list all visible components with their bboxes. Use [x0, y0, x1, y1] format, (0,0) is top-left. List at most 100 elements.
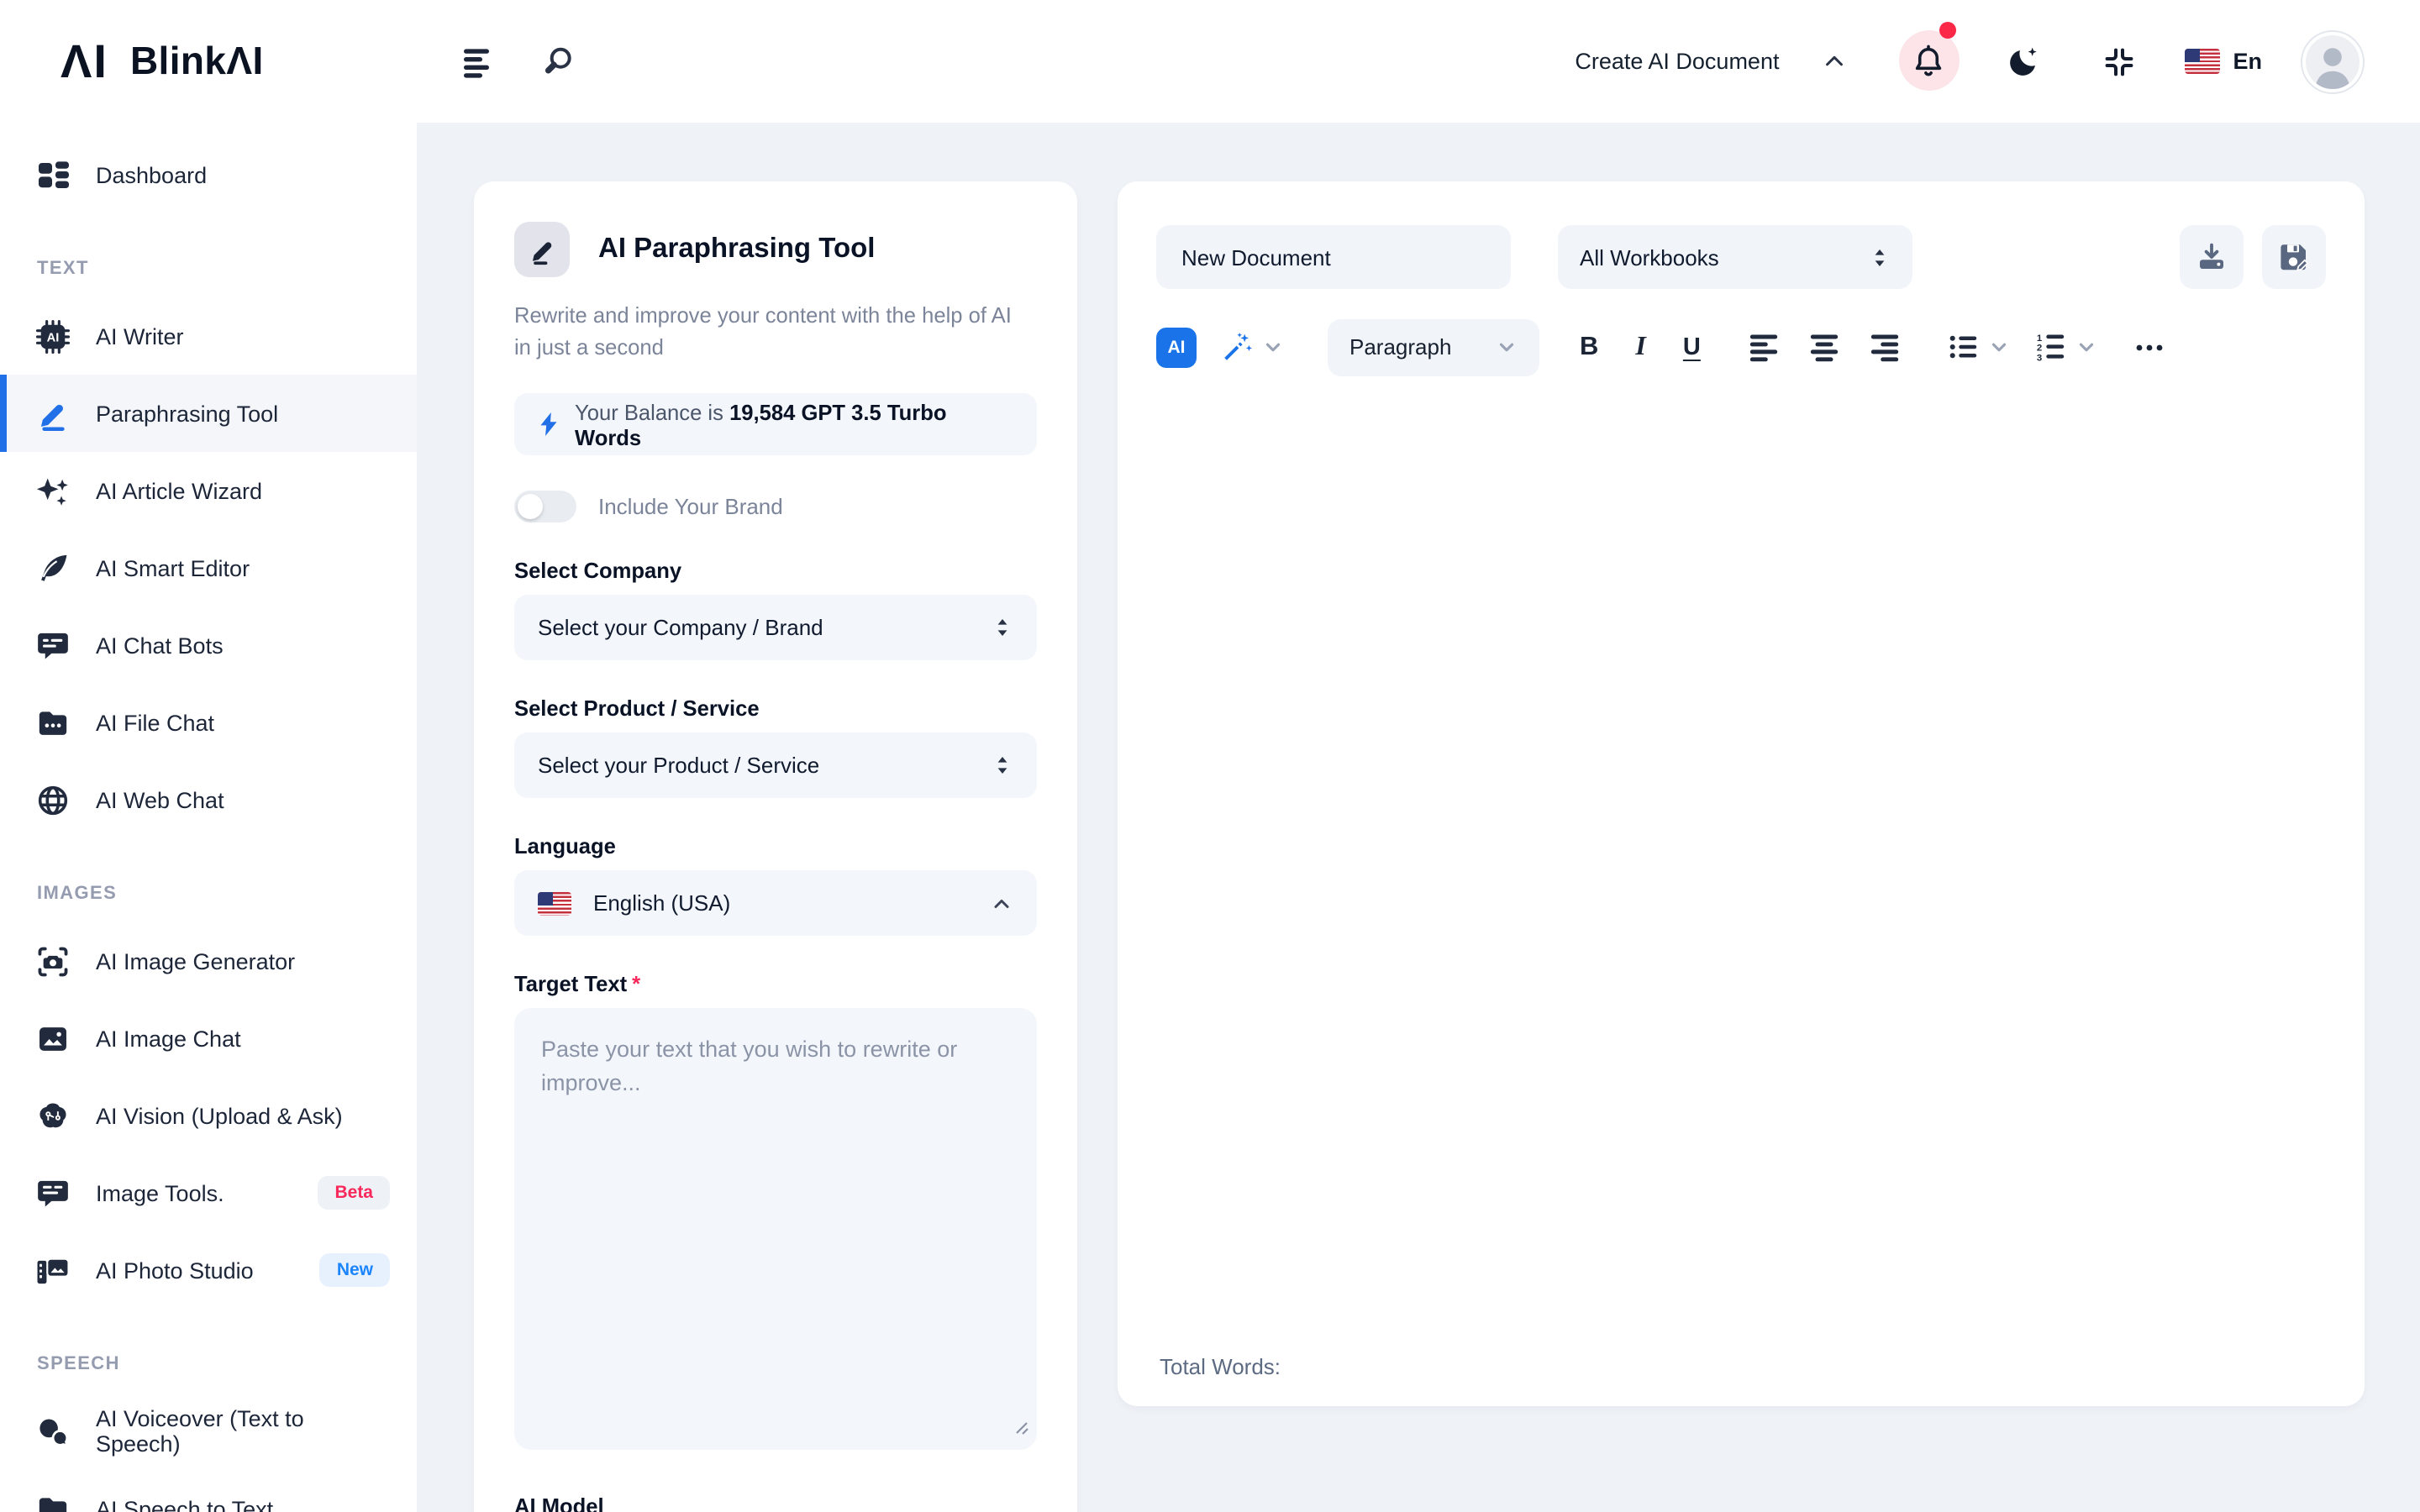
- numbered-list-options-button[interactable]: [2075, 336, 2097, 358]
- moon-icon: [2006, 44, 2041, 79]
- sidebar-item-ai-writer[interactable]: AI AI Writer: [0, 297, 417, 375]
- balance-prefix: Your Balance is: [575, 399, 723, 424]
- tool-header: AI Paraphrasing Tool: [514, 222, 1037, 277]
- exit-fullscreen-icon: [2102, 45, 2135, 78]
- more-tools-button[interactable]: [2134, 342, 2165, 352]
- list-group: 1 2 3: [1948, 331, 2097, 363]
- numbered-list-button[interactable]: 1 2 3: [2035, 331, 2067, 363]
- sidebar-item-ai-speech-to-text[interactable]: AI Speech to Text: [0, 1470, 417, 1512]
- document-name-input[interactable]: [1156, 225, 1511, 289]
- sort-caret-icon: [1869, 246, 1891, 268]
- notifications-button[interactable]: [1899, 21, 1960, 90]
- create-document-collapse-button[interactable]: [1812, 40, 1854, 82]
- bullet-list-icon: [1948, 331, 1980, 363]
- sidebar-item-ai-web-chat[interactable]: AI Web Chat: [0, 761, 417, 838]
- sidebar-item-label: AI Chat Bots: [96, 633, 224, 658]
- sidebar-item-label: AI Writer: [96, 323, 184, 349]
- sidebar-item-ai-image-chat[interactable]: AI Image Chat: [0, 1000, 417, 1077]
- bold-button[interactable]: B: [1580, 332, 1598, 362]
- dashboard-grid-icon: [35, 157, 71, 192]
- sidebar-section-text: TEXT: [37, 259, 89, 279]
- search-icon: [539, 44, 575, 79]
- toggle-knob: [518, 494, 543, 519]
- bullet-list-button[interactable]: [1948, 331, 1980, 363]
- resize-grip-icon[interactable]: [1012, 1413, 1028, 1443]
- sidebar-item-ai-vision[interactable]: AI Vision (Upload & Ask): [0, 1077, 417, 1154]
- target-text-label-text: Target Text: [514, 971, 628, 996]
- sidebar-item-paraphrasing-tool[interactable]: Paraphrasing Tool: [0, 375, 417, 452]
- message-lines-icon: [35, 1175, 71, 1210]
- sidebar-item-ai-photo-studio[interactable]: AI Photo Studio New: [0, 1231, 417, 1309]
- person-icon: [2306, 38, 2360, 88]
- sort-caret-icon: [992, 754, 1013, 776]
- company-select[interactable]: Select your Company / Brand: [514, 595, 1037, 660]
- company-label: Select Company: [514, 558, 682, 583]
- create-ai-document-button[interactable]: Create AI Document: [1575, 49, 1779, 74]
- paragraph-style-select[interactable]: Paragraph: [1328, 318, 1539, 375]
- product-select-value: Select your Product / Service: [538, 753, 820, 778]
- sort-caret-icon: [992, 617, 1013, 638]
- content-area: AI Paraphrasing Tool Rewrite and improve…: [417, 123, 2420, 1512]
- sidebar-item-image-tools[interactable]: Image Tools. Beta: [0, 1154, 417, 1231]
- svg-text:3: 3: [2037, 353, 2042, 363]
- product-select[interactable]: Select your Product / Service: [514, 732, 1037, 798]
- chevron-down-icon: [1496, 336, 1518, 358]
- us-flag-icon: [538, 891, 571, 915]
- sidebar-item-label: AI Image Chat: [96, 1026, 241, 1051]
- menu-toggle-button[interactable]: [454, 36, 504, 87]
- underline-button[interactable]: U: [1683, 333, 1701, 360]
- align-left-button[interactable]: [1748, 331, 1780, 363]
- include-brand-label: Include Your Brand: [598, 494, 783, 519]
- paragraph-style-value: Paragraph: [1349, 334, 1452, 360]
- include-brand-toggle[interactable]: [514, 491, 576, 522]
- sidebar-item-ai-chat-bots[interactable]: AI Chat Bots: [0, 606, 417, 684]
- language-select[interactable]: English (USA): [514, 870, 1037, 936]
- sidebar-item-label: AI Voiceover (Text to Speech): [96, 1406, 304, 1457]
- speech-bubbles-icon: [35, 1414, 71, 1449]
- magic-wand-button[interactable]: [1220, 330, 1284, 364]
- bullet-list-options-button[interactable]: [1988, 336, 2010, 358]
- document-actions: [2180, 225, 2326, 289]
- sidebar-section-speech: SPEECH: [37, 1354, 120, 1374]
- total-words: Total Words:: [1160, 1354, 1281, 1379]
- download-button[interactable]: [2180, 225, 2244, 289]
- save-document-button[interactable]: [2262, 225, 2326, 289]
- sidebar-item-ai-voiceover[interactable]: AI Voiceover (Text to Speech): [0, 1393, 417, 1470]
- company-select-value: Select your Company / Brand: [538, 615, 823, 640]
- align-center-button[interactable]: [1808, 331, 1840, 363]
- sidebar-item-ai-smart-editor[interactable]: AI Smart Editor: [0, 529, 417, 606]
- topbar: ΛI BlinkΛI Create AI Document En: [0, 0, 2420, 123]
- balance-text: Your Balance is 19,584 GPT 3.5 Turbo Wor…: [575, 399, 1013, 449]
- workbooks-select[interactable]: All Workbooks: [1558, 225, 1912, 289]
- sidebar-section-images: IMAGES: [37, 884, 118, 904]
- align-center-icon: [1808, 331, 1840, 363]
- workbooks-select-value: All Workbooks: [1580, 244, 1719, 270]
- sidebar-item-label: Image Tools.: [96, 1180, 224, 1205]
- align-left-icon: [1748, 331, 1780, 363]
- sidebar-item-label: AI Speech to Text: [96, 1496, 274, 1512]
- magic-wand-icon: [1220, 330, 1254, 364]
- globe-icon: [35, 782, 71, 817]
- target-text-label: Target Text *: [514, 971, 1037, 996]
- avatar[interactable]: [2302, 31, 2363, 92]
- chevron-down-icon: [2075, 336, 2097, 358]
- notification-dot: [1939, 21, 1956, 38]
- new-badge: New: [319, 1253, 390, 1287]
- sidebar-item-ai-article-wizard[interactable]: AI Article Wizard: [0, 452, 417, 529]
- language-switcher[interactable]: En: [2184, 49, 2262, 74]
- align-right-button[interactable]: [1869, 331, 1901, 363]
- ai-assist-button[interactable]: AI: [1156, 327, 1197, 367]
- sidebar-item-ai-file-chat[interactable]: AI File Chat: [0, 684, 417, 761]
- dark-mode-button[interactable]: [1997, 35, 2049, 87]
- italic-button[interactable]: I: [1635, 332, 1645, 362]
- fullscreen-button[interactable]: [2093, 36, 2144, 87]
- ai-chip-icon: AI: [35, 318, 71, 354]
- target-text-input[interactable]: [514, 1008, 1037, 1450]
- camera-scan-icon: [35, 943, 71, 979]
- chat-bubble-icon: [35, 627, 71, 663]
- search-button[interactable]: [531, 35, 583, 87]
- sidebar-item-dashboard[interactable]: Dashboard: [0, 136, 417, 213]
- sidebar-item-ai-image-generator[interactable]: AI Image Generator: [0, 922, 417, 1000]
- editor-content[interactable]: [1156, 378, 2326, 1319]
- ellipsis-icon: [2134, 342, 2165, 352]
